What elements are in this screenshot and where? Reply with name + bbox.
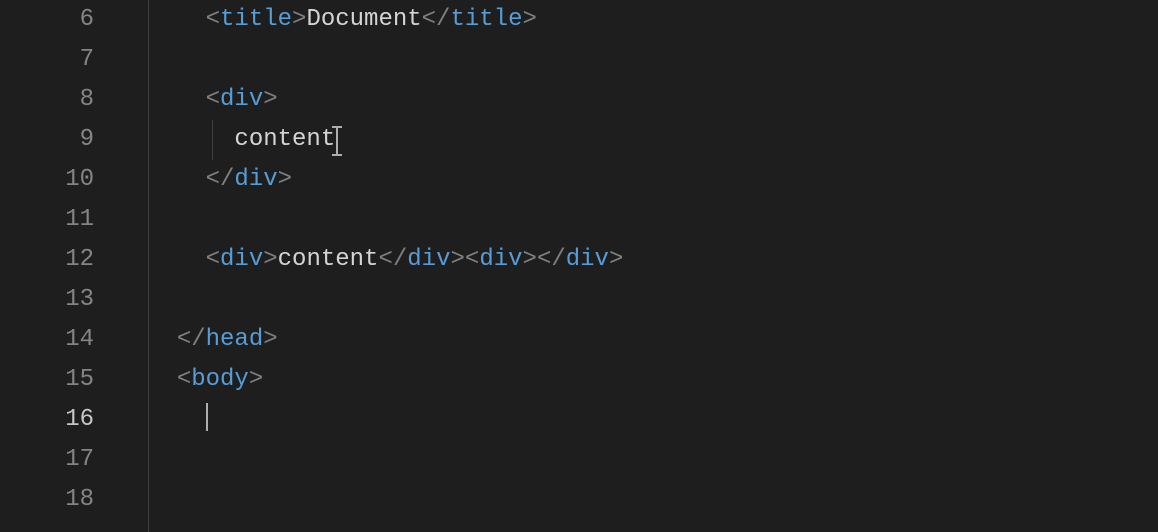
bracket: </ bbox=[378, 246, 407, 273]
code-content-area[interactable]: <title>Document</title> <div> content </… bbox=[120, 0, 1158, 532]
html-tag: title bbox=[450, 6, 522, 33]
line-number: 16 bbox=[0, 400, 94, 440]
bracket: </ bbox=[537, 246, 566, 273]
line-number-gutter: 6789101112131415161718 bbox=[0, 0, 120, 532]
indent bbox=[148, 6, 206, 33]
html-tag: div bbox=[566, 246, 609, 273]
code-line[interactable]: <div> bbox=[120, 80, 1158, 120]
ibeam-cursor-icon bbox=[336, 128, 338, 154]
line-number: 8 bbox=[0, 80, 94, 120]
bracket: < bbox=[206, 246, 220, 273]
code-line[interactable] bbox=[120, 40, 1158, 80]
bracket: > bbox=[523, 246, 537, 273]
bracket: > bbox=[263, 326, 277, 353]
bracket: > bbox=[522, 6, 536, 33]
line-number: 15 bbox=[0, 360, 94, 400]
bracket: > bbox=[263, 86, 277, 113]
line-number: 13 bbox=[0, 280, 94, 320]
html-tag: body bbox=[191, 366, 249, 393]
bracket: < bbox=[206, 6, 220, 33]
bracket: < bbox=[465, 246, 479, 273]
indent-guide bbox=[212, 120, 213, 160]
line-number: 14 bbox=[0, 320, 94, 360]
indent bbox=[148, 246, 206, 273]
text-content: content bbox=[278, 246, 379, 273]
bracket: > bbox=[292, 6, 306, 33]
line-number: 9 bbox=[0, 120, 94, 160]
indent bbox=[148, 326, 177, 353]
indent bbox=[148, 86, 206, 113]
code-line[interactable] bbox=[120, 280, 1158, 320]
bracket: > bbox=[609, 246, 623, 273]
bracket: </ bbox=[422, 6, 451, 33]
line-number: 11 bbox=[0, 200, 94, 240]
line-number: 12 bbox=[0, 240, 94, 280]
code-line[interactable] bbox=[120, 480, 1158, 520]
bracket: > bbox=[278, 166, 292, 193]
line-number: 6 bbox=[0, 0, 94, 40]
bracket: < bbox=[206, 86, 220, 113]
code-line[interactable]: <title>Document</title> bbox=[120, 0, 1158, 40]
bracket: < bbox=[177, 366, 191, 393]
code-line[interactable]: <div>content</div><div></div> bbox=[120, 240, 1158, 280]
text-cursor-icon bbox=[206, 403, 208, 431]
line-number: 10 bbox=[0, 160, 94, 200]
html-tag: div bbox=[220, 86, 263, 113]
text-content: content bbox=[234, 126, 335, 153]
bracket: > bbox=[263, 246, 277, 273]
html-tag: div bbox=[479, 246, 522, 273]
indent bbox=[148, 366, 177, 393]
code-line[interactable] bbox=[120, 200, 1158, 240]
html-tag: title bbox=[220, 6, 292, 33]
code-line[interactable]: <body> bbox=[120, 360, 1158, 400]
code-line[interactable]: </div> bbox=[120, 160, 1158, 200]
line-number: 17 bbox=[0, 440, 94, 480]
code-editor[interactable]: 6789101112131415161718 <title>Document</… bbox=[0, 0, 1158, 532]
code-line[interactable] bbox=[120, 440, 1158, 480]
line-number: 18 bbox=[0, 480, 94, 520]
html-tag: div bbox=[220, 246, 263, 273]
code-line[interactable]: </head> bbox=[120, 320, 1158, 360]
text-content: Document bbox=[306, 6, 421, 33]
html-tag: div bbox=[234, 166, 277, 193]
bracket: </ bbox=[206, 166, 235, 193]
bracket: </ bbox=[177, 326, 206, 353]
indent bbox=[148, 126, 234, 153]
bracket: > bbox=[249, 366, 263, 393]
line-number: 7 bbox=[0, 40, 94, 80]
html-tag: div bbox=[407, 246, 450, 273]
html-tag: head bbox=[206, 326, 264, 353]
code-line[interactable]: content bbox=[120, 120, 1158, 160]
bracket: > bbox=[451, 246, 465, 273]
indent bbox=[148, 166, 206, 193]
code-line-active[interactable] bbox=[120, 400, 1158, 440]
